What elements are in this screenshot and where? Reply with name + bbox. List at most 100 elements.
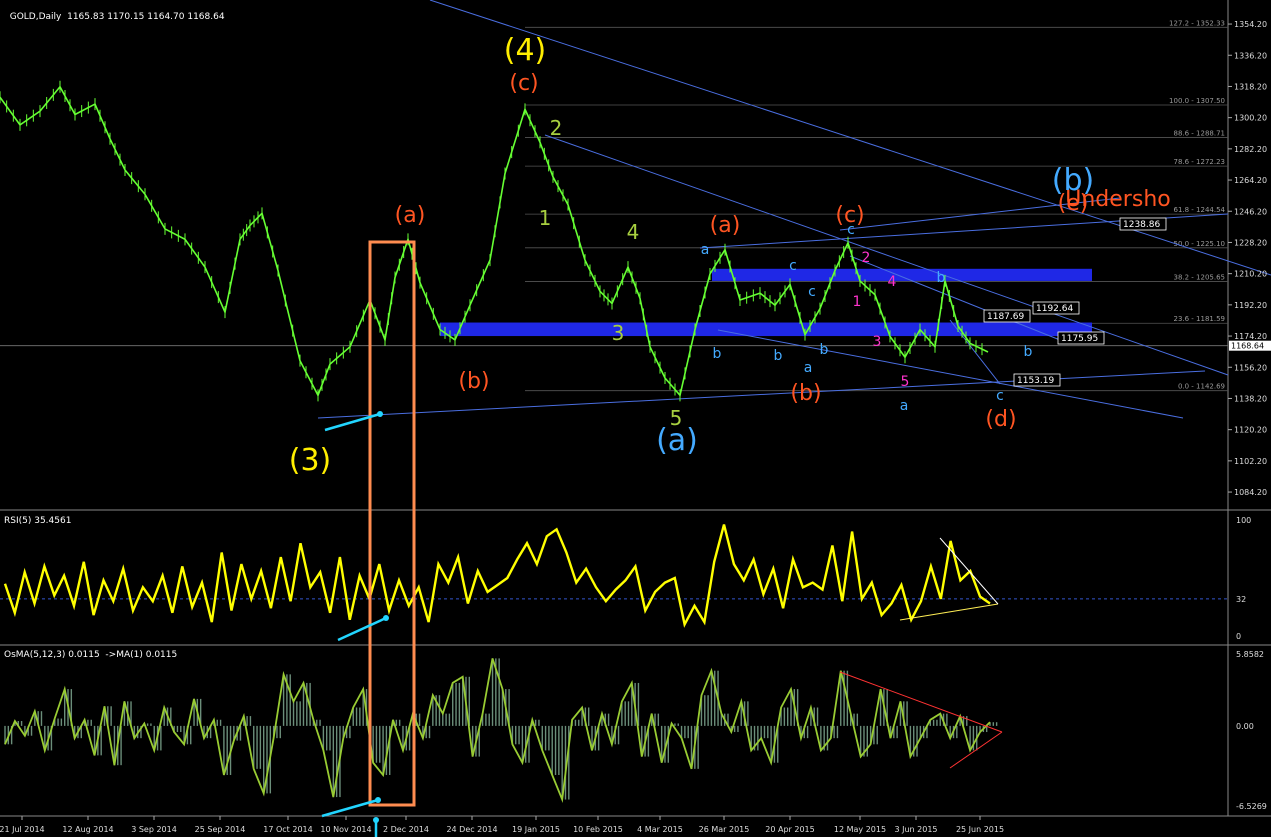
time-tick-label: 26 Mar 2015 [699,825,750,834]
wave-label: 1 [853,294,862,310]
wave-label: (4) [504,33,547,68]
time-tick-label: 12 May 2015 [834,825,886,834]
wave-label: b [937,270,946,286]
wave-label: 4 [888,274,897,290]
arrow-head-icon [383,615,389,621]
wave-label: 3 [873,334,882,350]
time-tick-label: 2 Dec 2014 [383,825,429,834]
resistance-zone [712,268,1092,281]
rsi-tick-label: 0 [1236,632,1241,641]
time-tick-label: 3 Sep 2014 [131,825,177,834]
trendline [317,370,1206,419]
rsi-tick-label: 100 [1236,516,1251,525]
time-tick-label: 17 Oct 2014 [263,825,312,834]
price-tick-label: 1192.20 [1234,301,1267,310]
price-tick-label: 1174.20 [1234,332,1267,341]
osma-trendline [949,731,1003,769]
price-line [0,85,989,398]
fib-level-label: 23.6 - 1181.59 [1173,315,1225,323]
time-tick-label: 25 Jun 2015 [956,825,1004,834]
price-box-label: 1192.64 [1036,304,1073,314]
wave-label: 2 [862,250,871,266]
arrow-icon [337,616,387,642]
wave-label: (d) [985,407,1016,432]
osma-tick-label: 5.8582 [1236,650,1264,659]
price-tick-label: 1246.20 [1234,207,1267,216]
wave-label: c [789,258,797,274]
fib-level-label: 100.0 - 1307.50 [1169,97,1225,105]
rsi-tick-label: 32 [1236,595,1246,604]
wave-labels: (4)(3)(c)(a)(b)(a) (c)(b)(d)(e)Undersho(b… [289,33,1171,478]
wave-label: 4 [627,220,640,244]
arrow-head-icon [377,411,383,417]
wave-label: c [847,222,855,238]
price-tick-label: 1084.20 [1234,488,1267,497]
wave-label: b [820,342,829,358]
fib-level-label: 127.2 - 1352.33 [1169,19,1225,27]
trendline [717,329,1184,419]
highlight-box [321,240,416,837]
price-box-label: 1153.19 [1017,376,1054,386]
fib-level-label: 61.8 - 1244.54 [1173,206,1225,214]
wave-label: 1 [539,206,552,230]
wave-label: (b) [790,381,821,406]
chart-header: GOLD,Daily 1165.83 1170.15 1164.70 1168.… [4,2,225,22]
price-tick-label: 1120.20 [1234,426,1267,435]
time-tick-label: 4 Mar 2015 [637,825,683,834]
osma-line [4,658,991,804]
osma-label: OsMA(5,12,3) 0.0115 ->MA(1) 0.0115 [4,650,178,660]
wave-label: b [713,346,722,362]
time-axis: 21 Jul 2014 12 Aug 2014 3 Sep 2014 25 Sep 2… [0,816,1004,834]
time-tick-label: 10 Feb 2015 [573,825,623,834]
price-box-label: 1187.69 [987,312,1024,322]
time-tick-label: 10 Nov 2014 [320,825,371,834]
time-tick-label: 3 Jun 2015 [894,825,937,834]
price-box-label: 1238.86 [1123,220,1160,230]
wave-label: b [774,348,783,364]
osma-series [4,658,1003,804]
ohlc-values: 1165.83 1170.15 1164.70 1168.64 [67,12,225,22]
osma-trendline [839,671,1003,733]
rsi-series [0,524,1228,628]
price-tick-label: 1138.20 [1234,394,1267,403]
wave-label: 5 [670,406,683,430]
wave-label: (a) [395,203,426,228]
price-tick-label: 1354.20 [1234,20,1267,29]
rsi-label: RSI(5) 35.4561 [4,516,72,526]
price-tick-label: 1102.20 [1234,457,1267,466]
price-box-label: 1175.95 [1061,334,1098,344]
resistance-zone [440,322,1092,337]
arrow-icon [321,798,379,818]
fib-level-label: 0.0 - 1142.69 [1178,383,1225,391]
price-tick-label: 1228.20 [1234,238,1267,247]
wave-label: a [701,242,710,258]
price-tick-label: 1318.20 [1234,82,1267,91]
rsi-trendline [939,537,999,605]
wave-label: 2 [550,116,563,140]
time-tick-label: 20 Apr 2015 [765,825,814,834]
wave-label: (a) [710,213,741,238]
time-tick-label: 12 Aug 2014 [62,825,113,834]
price-axis: 1354.20 1336.20 1318.20 1300.20 1282.20 1264.… [1228,20,1271,811]
time-tick-label: 19 Jan 2015 [512,825,560,834]
wave-label: c [996,388,1004,404]
trendline [544,134,1229,376]
current-price-label: 1168.64 [1231,342,1264,351]
price-tick-label: 1282.20 [1234,145,1267,154]
wave-label: (3) [289,443,332,478]
wave-label: 5 [901,374,910,390]
wave-label: (c) [509,71,538,96]
price-tick-label: 1156.20 [1234,363,1267,372]
price-tick-label: 1336.20 [1234,51,1267,60]
wave-label: c [808,284,816,300]
chart-canvas: 127.2 - 1352.33 100.0 - 1307.50 88.6 - 128… [0,0,1271,837]
rsi-line [3,524,991,628]
fib-level-label: 50.0 - 1225.10 [1173,240,1225,248]
wave-label: (b) [1052,163,1094,198]
time-tick-label: 24 Dec 2014 [446,825,497,834]
price-tick-label: 1210.20 [1234,270,1267,279]
osma-tick-label: 0.00 [1236,722,1254,731]
resistance-zones [440,268,1092,337]
price-tick-label: 1300.20 [1234,114,1267,123]
wave-label: b [1024,344,1033,360]
